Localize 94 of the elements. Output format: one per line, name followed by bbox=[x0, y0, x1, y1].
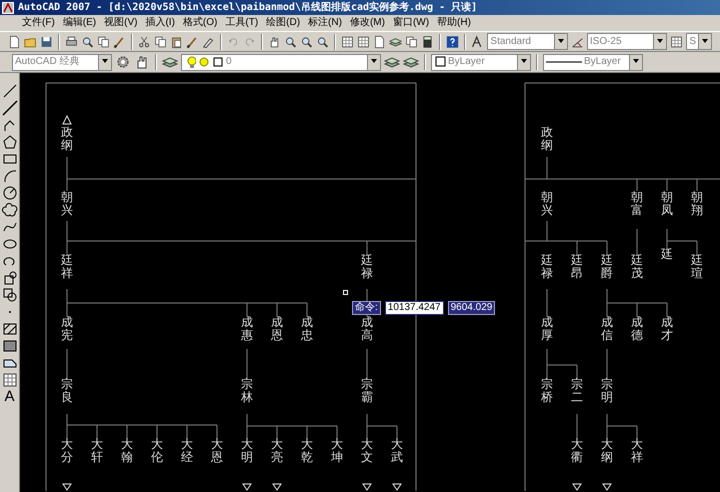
name-label: 朝翔 bbox=[691, 191, 703, 218]
name-label: 政纲 bbox=[61, 126, 73, 152]
page-icon[interactable] bbox=[373, 34, 386, 50]
name-label: 成才 bbox=[661, 316, 673, 342]
name-label: 廷 bbox=[661, 248, 673, 262]
name-label: 成忠 bbox=[301, 316, 313, 342]
command-prompt-label: 命令: bbox=[352, 301, 381, 315]
menu-item[interactable]: 视图(V) bbox=[104, 17, 138, 29]
menu-item[interactable]: 修改(M) bbox=[350, 17, 385, 29]
name-label: 宗明 bbox=[601, 378, 613, 404]
name-label: 廷爵 bbox=[601, 254, 613, 280]
name-label: 大明 bbox=[241, 438, 253, 464]
app-icon bbox=[2, 2, 14, 14]
name-label: 廷瑄 bbox=[691, 254, 703, 280]
name-label: 成惠 bbox=[241, 316, 253, 342]
copy-icon[interactable] bbox=[405, 34, 418, 50]
y-coordinate-field[interactable]: 9604.029 bbox=[448, 301, 496, 315]
name-label: 廷禄 bbox=[541, 254, 553, 280]
name-label: 大亮 bbox=[271, 438, 283, 464]
circle-icon[interactable] bbox=[2, 185, 18, 201]
name-label: 宗林 bbox=[241, 378, 253, 404]
menu-item[interactable]: 工具(T) bbox=[225, 17, 258, 29]
text-tool-icon[interactable]: A bbox=[4, 389, 14, 405]
menu-item[interactable]: 格式(O) bbox=[182, 17, 218, 29]
name-label: 宗良 bbox=[61, 378, 73, 404]
drawing-canvas[interactable]: 政纲 朝兴 廷祥 廷禄 成宪 成惠 成恩 成忠 成高 宗良 宗林 宗霸 大分 大轩 大翰 大伦 大经 大恩 大明 大亮 大乾 大坤 大文 大武 政纲 朝兴 朝富 朝凤 朝翔 廷禄 廷昂 廷爵 廷茂 廷 廷瑄 成厚 成信 成德 成才 宗桥 宗二 宗明 大衢 大纲 大祥 命令: 10137.4247 9604.029 bbox=[20, 73, 720, 492]
color-dropdown[interactable]: ByLayer bbox=[431, 54, 531, 70]
name-label: 朝兴 bbox=[61, 191, 73, 218]
menu-item[interactable]: 标注(N) bbox=[308, 17, 342, 29]
cursor-pickbox-icon bbox=[343, 290, 348, 295]
name-label: 大经 bbox=[181, 438, 193, 464]
name-label: 宗桥 bbox=[541, 378, 553, 404]
name-label: 大衢 bbox=[571, 438, 583, 464]
menu-item[interactable]: 窗口(W) bbox=[392, 17, 430, 29]
name-label: 廷昂 bbox=[571, 254, 583, 280]
arc-icon[interactable] bbox=[2, 168, 18, 184]
name-label: 大恩 bbox=[211, 438, 223, 464]
name-label: 大伦 bbox=[151, 438, 163, 464]
triangle-marker-icon bbox=[62, 114, 72, 124]
table-style-icon[interactable] bbox=[670, 34, 684, 50]
name-label: 大文 bbox=[361, 438, 373, 464]
grid-icon[interactable] bbox=[341, 34, 354, 50]
dimension-style-dropdown[interactable]: ISO-25 bbox=[586, 33, 668, 50]
table-icon[interactable] bbox=[2, 372, 18, 388]
name-label: 大分 bbox=[61, 438, 73, 464]
calculator-icon[interactable] bbox=[421, 34, 434, 50]
copy-icon[interactable] bbox=[97, 34, 110, 50]
name-label: 廷祥 bbox=[61, 254, 73, 280]
cloud-icon[interactable] bbox=[2, 202, 18, 218]
block-icon[interactable] bbox=[2, 287, 18, 303]
linetype-dropdown[interactable]: ByLayer bbox=[543, 54, 643, 70]
new-file-icon[interactable] bbox=[8, 34, 22, 50]
line-icon[interactable] bbox=[2, 83, 18, 99]
name-label: 成宪 bbox=[61, 316, 73, 342]
name-label: 大纲 bbox=[601, 438, 613, 464]
name-label: 朝富 bbox=[631, 191, 643, 218]
gradient-icon[interactable] bbox=[2, 338, 18, 354]
name-label: 大轩 bbox=[91, 438, 103, 464]
table-style-dropdown[interactable]: S bbox=[686, 33, 712, 50]
gear-icon[interactable] bbox=[115, 54, 131, 70]
menu-item[interactable]: 插入(I) bbox=[145, 17, 175, 29]
name-label: 成厚 bbox=[541, 316, 553, 342]
name-label: 大祥 bbox=[631, 438, 643, 464]
name-label: 朝凤 bbox=[661, 191, 673, 218]
window-title: AutoCAD 2007 - [d:\2020v58\bin\excel\paibanmod\吊线图排版cad实例参考.dwg - 只读] bbox=[18, 2, 478, 14]
name-label: 成高 bbox=[361, 316, 373, 342]
name-label: 宗霸 bbox=[361, 378, 373, 404]
text-style-dropdown[interactable]: Standard bbox=[487, 33, 568, 50]
name-label: 宗二 bbox=[571, 378, 583, 404]
block-icon[interactable] bbox=[2, 270, 18, 286]
pentagon-icon[interactable] bbox=[2, 134, 18, 150]
name-label: 廷茂 bbox=[631, 254, 643, 280]
menu-item[interactable]: 帮助(H) bbox=[437, 17, 471, 29]
name-label: 大武 bbox=[391, 438, 403, 464]
name-label: 大乾 bbox=[301, 438, 313, 464]
name-label: 大坤 bbox=[331, 438, 343, 464]
menu-item[interactable]: 绘图(D) bbox=[266, 17, 300, 29]
help-icon[interactable] bbox=[446, 34, 460, 50]
name-label: 大翰 bbox=[121, 438, 133, 464]
layer-dropdown[interactable]: 0 bbox=[181, 54, 381, 70]
name-label: 成恩 bbox=[271, 316, 283, 342]
x-coordinate-field[interactable]: 10137.4247 bbox=[384, 301, 444, 315]
menu-item[interactable]: 编辑(E) bbox=[62, 17, 96, 29]
name-label: 成德 bbox=[631, 316, 643, 342]
name-label: 政纲 bbox=[541, 126, 553, 152]
name-label: 朝兴 bbox=[541, 191, 553, 218]
hatch-icon[interactable] bbox=[2, 321, 18, 337]
name-label: 成信 bbox=[601, 316, 613, 342]
grid-icon[interactable] bbox=[357, 34, 370, 50]
copy-icon[interactable] bbox=[154, 34, 168, 50]
menu-item[interactable]: 文件(F) bbox=[22, 17, 55, 29]
line-icon[interactable] bbox=[2, 100, 18, 116]
workspace-dropdown[interactable]: AutoCAD 经典 bbox=[12, 54, 112, 70]
name-label: 廷禄 bbox=[361, 254, 373, 280]
